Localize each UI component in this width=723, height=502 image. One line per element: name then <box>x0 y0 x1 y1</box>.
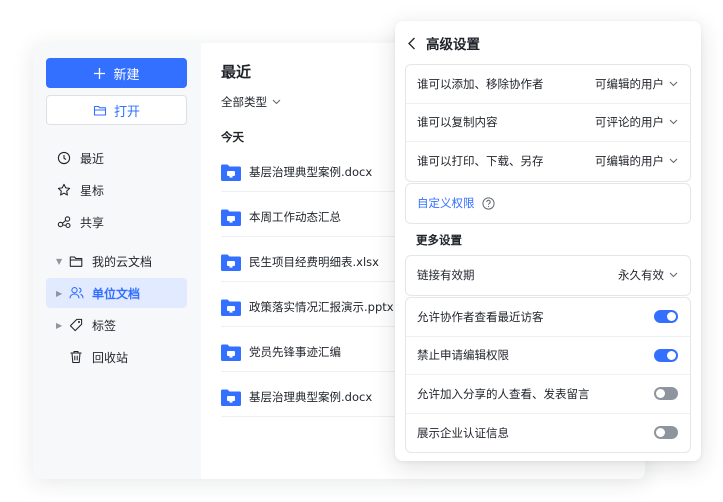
shared-folder-icon <box>221 209 241 226</box>
toggle-label: 展示企业认证信息 <box>417 425 509 440</box>
file-name: 基层治理典型案例.docx <box>249 165 373 179</box>
file-name: 基层治理典型案例.docx <box>249 390 373 404</box>
file-name: 民生项目经费明细表.xlsx <box>249 255 379 269</box>
toggle-label: 允许协作者查看最近访客 <box>417 309 544 324</box>
permission-label: 谁可以复制内容 <box>417 115 498 130</box>
permission-label: 谁可以打印、下载、另存 <box>417 154 544 169</box>
sidebar-item-trash[interactable]: 回收站 <box>46 342 187 372</box>
file-name: 政策落实情况汇报演示.pptx <box>249 300 394 314</box>
type-filter-dropdown[interactable]: 全部类型 <box>221 94 281 110</box>
permission-select[interactable]: 可编辑的用户 <box>595 153 678 169</box>
new-button[interactable]: 新建 <box>46 58 187 88</box>
trash-icon <box>68 349 84 365</box>
sidebar-item-label: 我的云文档 <box>92 254 153 269</box>
custom-permissions-card: 自定义权限 <box>405 183 691 224</box>
open-button[interactable]: 打开 <box>46 95 187 125</box>
permission-value: 可编辑的用户 <box>595 154 664 169</box>
sidebar-item-label: 最近 <box>80 151 105 166</box>
back-arrow-icon[interactable] <box>407 37 416 50</box>
toggle-switch[interactable] <box>654 426 678 440</box>
star-icon <box>56 182 72 198</box>
shared-folder-icon <box>221 299 241 316</box>
help-icon[interactable] <box>481 197 495 210</box>
permission-select[interactable]: 可编辑的用户 <box>595 76 678 92</box>
sidebar-item-label: 共享 <box>80 215 105 230</box>
link-validity-value: 永久有效 <box>618 268 664 283</box>
panel-header: 高级设置 <box>407 33 480 53</box>
toggle-label: 禁止申请编辑权限 <box>417 348 509 363</box>
sidebar-item-label: 回收站 <box>92 350 129 365</box>
sidebar-item-recent[interactable]: 最近 <box>46 143 187 173</box>
share-icon <box>56 214 72 230</box>
sidebar-item-my-docs[interactable]: ▼ 我的云文档 <box>46 246 187 276</box>
type-filter-label: 全部类型 <box>221 95 267 109</box>
permission-row-copy: 谁可以复制内容 可评论的用户 <box>406 104 690 142</box>
permission-row-collaborators: 谁可以添加、移除协作者 可编辑的用户 <box>406 65 690 104</box>
sidebar-item-tags[interactable]: ▶ 标签 <box>46 310 187 340</box>
permission-label: 谁可以添加、移除协作者 <box>417 76 544 91</box>
caret-right-icon[interactable]: ▶ <box>56 321 66 330</box>
custom-permissions-link[interactable]: 自定义权限 <box>406 184 690 223</box>
open-button-label: 打开 <box>113 104 140 120</box>
panel-title: 高级设置 <box>426 37 480 53</box>
permission-value: 可编辑的用户 <box>595 76 664 91</box>
chevron-down-icon <box>669 119 678 125</box>
toggle-row-comments: 允许加入分享的人查看、发表留言 <box>406 375 690 414</box>
toggle-row-enterprise-cert: 展示企业认证信息 <box>406 414 690 453</box>
chevron-down-icon <box>669 81 678 87</box>
permission-select[interactable]: 可评论的用户 <box>595 114 678 130</box>
file-name: 本周工作动态汇总 <box>249 210 341 224</box>
folder-open-icon <box>93 105 107 116</box>
link-validity-row: 链接有效期 永久有效 <box>406 256 690 295</box>
sidebar: 新建 打开 最近 星标 共享 ▼ 我的云文档 ▶ 单位文档 ▶ 标签 回收站 <box>33 43 201 479</box>
toggle-label: 允许加入分享的人查看、发表留言 <box>417 386 590 401</box>
chevron-down-icon <box>669 272 678 278</box>
permission-value: 可评论的用户 <box>595 115 664 130</box>
section-today: 今天 <box>221 130 244 144</box>
tag-icon <box>68 317 84 333</box>
shared-folder-icon <box>221 389 241 406</box>
clock-icon <box>56 150 72 166</box>
link-validity-select[interactable]: 永久有效 <box>618 267 678 283</box>
caret-right-icon[interactable]: ▶ <box>56 289 66 298</box>
advanced-settings-panel: 高级设置 谁可以添加、移除协作者 可编辑的用户 谁可以复制内容 可评论的用户 谁… <box>395 21 701 461</box>
plus-icon <box>94 67 106 79</box>
more-settings-title: 更多设置 <box>416 233 462 247</box>
link-validity-label: 链接有效期 <box>417 268 475 283</box>
toggle-row-visitors: 允许协作者查看最近访客 <box>406 298 690 337</box>
toggle-row-edit-request: 禁止申请编辑权限 <box>406 337 690 375</box>
caret-down-icon[interactable]: ▼ <box>56 257 66 266</box>
chevron-down-icon <box>669 158 678 164</box>
shared-folder-icon <box>221 164 241 181</box>
toggle-switch[interactable] <box>654 348 678 362</box>
sidebar-item-label: 星标 <box>80 183 105 198</box>
toggle-switch[interactable] <box>654 310 678 324</box>
page-title: 最近 <box>221 63 252 81</box>
users-icon <box>68 285 84 301</box>
link-validity-card: 链接有效期 永久有效 <box>405 255 691 296</box>
toggle-settings-card: 允许协作者查看最近访客 禁止申请编辑权限 允许加入分享的人查看、发表留言 展示企… <box>405 297 691 453</box>
permission-row-print: 谁可以打印、下载、另存 可编辑的用户 <box>406 142 690 181</box>
sidebar-item-starred[interactable]: 星标 <box>46 175 187 205</box>
permissions-card: 谁可以添加、移除协作者 可编辑的用户 谁可以复制内容 可评论的用户 谁可以打印、… <box>405 64 691 182</box>
sidebar-item-shared[interactable]: 共享 <box>46 207 187 237</box>
file-name: 党员先锋事迹汇编 <box>249 345 341 359</box>
shared-folder-icon <box>221 254 241 271</box>
sidebar-item-unit-docs[interactable]: ▶ 单位文档 <box>46 278 187 308</box>
sidebar-item-label: 标签 <box>92 318 117 333</box>
custom-permissions-label: 自定义权限 <box>417 196 475 211</box>
sidebar-item-label: 单位文档 <box>92 286 141 301</box>
toggle-switch[interactable] <box>654 387 678 401</box>
chevron-down-icon <box>272 99 281 105</box>
shared-folder-icon <box>221 344 241 361</box>
new-button-label: 新建 <box>113 67 140 83</box>
folder-icon <box>68 253 84 269</box>
